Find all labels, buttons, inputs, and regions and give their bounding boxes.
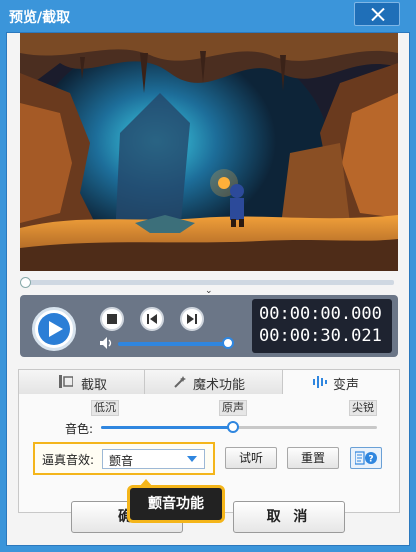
tab-voice-change[interactable]: 变声: [283, 370, 399, 395]
tab-voice-change-label: 变声: [333, 378, 360, 393]
trim-icon: [59, 375, 73, 388]
pitch-high-label: 尖锐: [349, 400, 377, 416]
volume-handle[interactable]: [222, 337, 234, 349]
video-frame-image: [20, 33, 398, 271]
preview-button[interactable]: 试听: [225, 447, 277, 469]
effect-label: 逼真音效:: [42, 453, 95, 467]
tone-slider-handle[interactable]: [227, 421, 239, 433]
tab-trim-label: 截取: [81, 378, 108, 393]
dialog-body: ⌄ 00:00:00.000 00:00:30.021 截取 魔术功能 变声 低…: [6, 32, 410, 546]
seek-handle[interactable]: [20, 277, 31, 288]
volume-icon[interactable]: [100, 337, 114, 349]
tremolo-callout: 颤音功能: [127, 485, 225, 523]
title-bar[interactable]: 预览/截取: [0, 0, 416, 32]
reset-button[interactable]: 重置: [287, 447, 339, 469]
help-icon: ?: [355, 451, 377, 465]
previous-frame-button[interactable]: [140, 307, 164, 331]
svg-text:?: ?: [368, 455, 373, 465]
tab-trim[interactable]: 截取: [19, 370, 145, 394]
previous-frame-icon: [147, 314, 157, 324]
cancel-button[interactable]: 取 消: [233, 501, 345, 533]
effect-dropdown[interactable]: 颤音: [102, 449, 205, 469]
effect-dropdown-value: 颤音: [109, 454, 134, 468]
play-icon: [49, 321, 63, 337]
preview-trim-dialog: 预览/截取 ⌄ 00:00:00.000 00:00:30.021 截取 魔术功…: [0, 0, 416, 552]
close-button[interactable]: [354, 2, 400, 26]
playback-controls: 00:00:00.000 00:00:30.021: [20, 295, 398, 357]
seek-bar[interactable]: [20, 277, 398, 289]
time-display: 00:00:00.000 00:00:30.021: [252, 299, 392, 353]
chevron-down-icon: [187, 456, 197, 462]
effect-highlight: 逼真音效: 颤音: [33, 442, 215, 475]
play-button[interactable]: [32, 307, 76, 351]
tab-magic[interactable]: 魔术功能: [145, 370, 283, 394]
next-frame-icon: [187, 314, 197, 324]
video-preview[interactable]: [20, 33, 398, 271]
total-time: 00:00:30.021: [259, 326, 382, 346]
close-icon: [371, 8, 385, 21]
pitch-low-label: 低沉: [91, 400, 119, 416]
pitch-original-label: 原声: [219, 400, 247, 416]
current-time: 00:00:00.000: [259, 304, 382, 324]
stop-icon: [107, 314, 117, 324]
window-title: 预览/截取: [9, 10, 71, 26]
volume-slider[interactable]: [118, 342, 228, 346]
magic-icon: [174, 376, 186, 388]
tone-label: 音色:: [65, 422, 94, 436]
tab-strip: 截取 魔术功能 变声: [19, 370, 399, 395]
stop-button[interactable]: [100, 307, 124, 331]
help-button[interactable]: ?: [350, 447, 382, 469]
next-frame-button[interactable]: [180, 307, 204, 331]
tab-magic-label: 魔术功能: [193, 378, 246, 393]
tone-slider-fill: [101, 426, 231, 429]
voice-wave-icon: [313, 376, 327, 388]
seek-track[interactable]: [24, 280, 394, 285]
